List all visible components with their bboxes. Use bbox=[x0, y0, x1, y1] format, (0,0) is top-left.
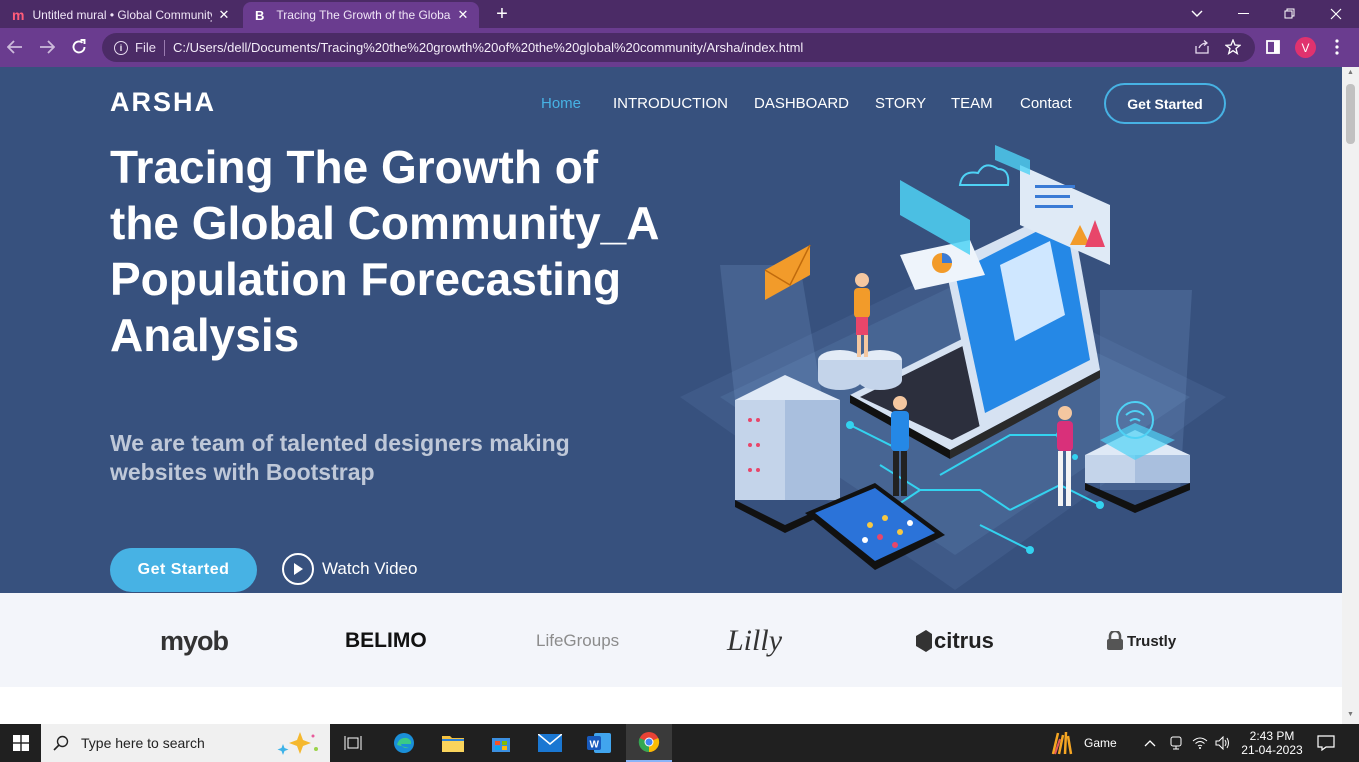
bootstrap-favicon-icon: B bbox=[255, 7, 265, 23]
taskbar-search[interactable]: Type here to search bbox=[41, 724, 330, 762]
hero-illustration bbox=[680, 145, 1226, 590]
svg-text:W: W bbox=[590, 740, 600, 751]
search-highlight-icon bbox=[277, 732, 318, 755]
url-text[interactable]: C:/Users/dell/Documents/Tracing%20the%20… bbox=[173, 40, 803, 55]
star-icon[interactable] bbox=[1222, 36, 1244, 58]
taskbar: Type here to search W Game 2:43 PM 21-04… bbox=[0, 724, 1359, 762]
chrome-icon[interactable] bbox=[626, 724, 672, 762]
edge-icon[interactable] bbox=[381, 724, 427, 762]
client-logo-citrus: citrus bbox=[916, 621, 994, 661]
client-logo-trustly: Trustly bbox=[1106, 621, 1176, 661]
task-view-icon[interactable] bbox=[330, 724, 376, 762]
search-placeholder: Type here to search bbox=[81, 735, 205, 751]
play-icon bbox=[282, 553, 314, 585]
client-logo-belimo: BELIMO bbox=[345, 629, 427, 652]
hero-subtitle: We are team of talented designers making… bbox=[110, 430, 570, 485]
search-icon bbox=[53, 735, 69, 751]
address-bar[interactable]: i File C:/Users/dell/Documents/Tracing%2… bbox=[102, 33, 1255, 62]
tab-mural[interactable]: m Untitled mural • Global Community ✕ bbox=[4, 2, 240, 28]
tab-strip: m Untitled mural • Global Community ✕ B … bbox=[0, 0, 1359, 28]
watch-video-label: Watch Video bbox=[322, 559, 418, 578]
watch-video-link[interactable]: Watch Video bbox=[282, 553, 417, 585]
hero-section: ARSHA Home INTRODUCTION DASHBOARD STORY … bbox=[0, 67, 1342, 593]
trustly-label: Trustly bbox=[1127, 632, 1177, 650]
nav-get-started-button[interactable]: Get Started bbox=[1104, 83, 1226, 124]
scroll-up-icon[interactable]: ▲ bbox=[1347, 69, 1354, 76]
meet-now-icon[interactable] bbox=[1169, 724, 1183, 762]
clock-time: 2:43 PM bbox=[1249, 729, 1295, 743]
store-icon[interactable] bbox=[478, 724, 524, 762]
client-logo-lilly: Lilly bbox=[727, 624, 783, 657]
site-logo[interactable]: ARSHA bbox=[110, 87, 216, 118]
menu-icon[interactable] bbox=[1326, 36, 1348, 58]
minimize-icon[interactable] bbox=[1221, 0, 1267, 28]
tab-search-icon[interactable] bbox=[1174, 0, 1220, 28]
nav-story[interactable]: STORY bbox=[875, 95, 926, 112]
nav-dashboard[interactable]: DASHBOARD bbox=[754, 95, 849, 112]
wifi-icon[interactable] bbox=[1192, 724, 1208, 762]
client-logo-myob: myob bbox=[160, 625, 229, 656]
get-started-button[interactable]: Get Started bbox=[110, 548, 257, 592]
tray-chevron-icon[interactable] bbox=[1144, 724, 1156, 762]
nav-introduction[interactable]: INTRODUCTION bbox=[613, 95, 728, 112]
clock-date: 21-04-2023 bbox=[1241, 743, 1303, 757]
volume-icon[interactable] bbox=[1215, 724, 1231, 762]
tab-title: Untitled mural • Global Community bbox=[32, 8, 212, 22]
forward-icon[interactable] bbox=[36, 36, 58, 58]
tab-close-icon[interactable]: ✕ bbox=[455, 7, 471, 23]
info-icon[interactable]: i bbox=[114, 40, 128, 55]
profile-avatar[interactable]: V bbox=[1295, 37, 1316, 58]
nav-team[interactable]: TEAM bbox=[951, 95, 993, 112]
client-logo-lifegroups: LifeGroups bbox=[536, 631, 620, 650]
clock[interactable]: 2:43 PM 21-04-2023 bbox=[1241, 724, 1303, 762]
hero-title: Tracing The Growth of the Global Communi… bbox=[110, 141, 658, 361]
nav-contact[interactable]: Contact bbox=[1020, 95, 1072, 112]
mural-favicon-icon: m bbox=[12, 7, 25, 23]
citrus-mark-icon bbox=[916, 630, 932, 652]
web-page: ARSHA Home INTRODUCTION DASHBOARD STORY … bbox=[0, 67, 1342, 724]
restore-icon[interactable] bbox=[1267, 0, 1313, 28]
scroll-down-icon[interactable]: ▼ bbox=[1347, 711, 1354, 718]
scrollbar-thumb[interactable] bbox=[1346, 84, 1355, 144]
notifications-icon[interactable] bbox=[1317, 724, 1335, 762]
browser-toolbar: i File C:/Users/dell/Documents/Tracing%2… bbox=[0, 28, 1359, 67]
page-scrollbar[interactable]: ▲ ▼ bbox=[1342, 67, 1359, 724]
windows-start-icon[interactable] bbox=[0, 724, 41, 762]
new-tab-button[interactable]: + bbox=[490, 2, 514, 26]
nav-home[interactable]: Home bbox=[541, 95, 581, 112]
sidebar-icon[interactable] bbox=[1262, 36, 1284, 58]
back-icon[interactable] bbox=[4, 36, 26, 58]
file-explorer-icon[interactable] bbox=[430, 724, 476, 762]
scheme-label: File bbox=[135, 40, 156, 55]
tab-close-icon[interactable]: ✕ bbox=[216, 7, 232, 23]
game-label: Game bbox=[1084, 736, 1117, 750]
share-icon[interactable] bbox=[1191, 36, 1213, 58]
game-widget[interactable]: Game bbox=[1050, 724, 1117, 762]
tab-arsha[interactable]: B Tracing The Growth of the Global Commu… bbox=[243, 2, 479, 28]
word-icon[interactable]: W bbox=[576, 724, 622, 762]
mail-icon[interactable] bbox=[527, 724, 573, 762]
citrus-label: citrus bbox=[934, 628, 994, 653]
game-widget-icon bbox=[1051, 731, 1073, 755]
reload-icon[interactable] bbox=[68, 36, 90, 58]
trustly-mark-icon bbox=[1107, 631, 1123, 650]
divider bbox=[163, 39, 165, 56]
close-window-icon[interactable] bbox=[1313, 0, 1359, 28]
clients-strip: myob BELIMO LifeGroups Lilly citrus Trus… bbox=[0, 593, 1342, 687]
tab-title: Tracing The Growth of the Global Communi… bbox=[276, 8, 451, 22]
